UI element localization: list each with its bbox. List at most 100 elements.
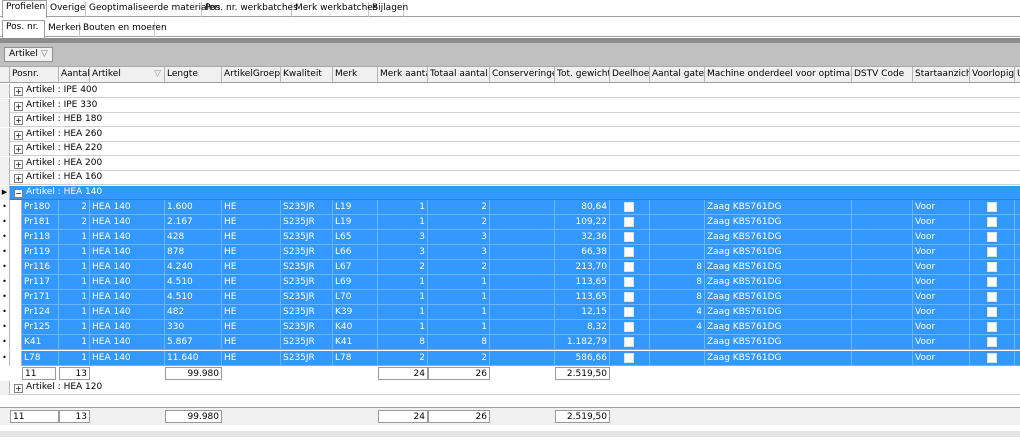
group-row[interactable]: + Artikel : HEA 120 bbox=[0, 380, 1020, 395]
cell-deelhoek[interactable] bbox=[610, 290, 650, 306]
checkbox[interactable] bbox=[624, 292, 634, 303]
table-row[interactable]: • Pr117 1 HEA 140 4.510 HE S235JR L69 1 1 113,65 8 Z… bbox=[0, 275, 1020, 291]
filter-icon[interactable]: ▽ bbox=[41, 49, 48, 59]
column-header-artikelgroep[interactable]: ArtikelGroep bbox=[222, 67, 281, 83]
cell-voorlopig[interactable] bbox=[970, 290, 1015, 306]
group-row[interactable]: + Artikel : HEA 260 bbox=[0, 127, 1020, 142]
group-row[interactable]: + Artikel : IPE 330 bbox=[0, 98, 1020, 113]
group-row[interactable]: + Artikel : HEA 220 bbox=[0, 142, 1020, 156]
cell-voorlopig[interactable] bbox=[970, 230, 1015, 246]
expand-icon[interactable]: + bbox=[14, 101, 23, 111]
checkbox[interactable] bbox=[624, 322, 634, 333]
group-row[interactable]: + Artikel : HEA 200 bbox=[0, 156, 1020, 171]
column-header-machine-onderdeel-voor-optimalisatie[interactable]: Machine onderdeel voor optimalisatie bbox=[705, 67, 852, 83]
tab-geoptimaliseerde-materialen[interactable]: Geoptimaliseerde materialen bbox=[86, 2, 220, 17]
column-header-dstv-code[interactable]: DSTV Code bbox=[852, 67, 913, 83]
checkbox[interactable] bbox=[624, 232, 634, 243]
cell-deelhoek[interactable] bbox=[610, 200, 650, 215]
table-row[interactable]: • Pr125 1 HEA 140 330 HE S235JR K40 1 1 8,32 4 Zaag … bbox=[0, 320, 1020, 336]
group-row[interactable]: + Artikel : IPE 400 bbox=[0, 84, 1020, 98]
checkbox[interactable] bbox=[987, 247, 997, 258]
cell-voorlopig[interactable] bbox=[970, 260, 1015, 276]
cell-voorlopig[interactable] bbox=[970, 335, 1015, 351]
column-header-aantal-gaten[interactable]: Aantal gaten bbox=[650, 67, 705, 83]
checkbox[interactable] bbox=[624, 247, 634, 258]
table-row[interactable]: • Pr124 1 HEA 140 482 HE S235JR K39 1 1 12,15 4 Zaag… bbox=[0, 305, 1020, 321]
column-header-startaanzicht[interactable]: Startaanzicht bbox=[913, 67, 970, 83]
checkbox[interactable] bbox=[987, 292, 997, 303]
expand-icon[interactable]: + bbox=[14, 116, 23, 125]
subtab-merken[interactable]: Merken bbox=[45, 22, 81, 37]
cell-voorlopig[interactable] bbox=[970, 350, 1015, 366]
checkbox[interactable] bbox=[987, 232, 997, 243]
column-header-posnr[interactable]: Posnr. bbox=[10, 67, 59, 83]
cell-deelhoek[interactable] bbox=[610, 350, 650, 366]
tab-merk-werkbatches[interactable]: Merk werkbatches bbox=[292, 2, 378, 17]
table-row[interactable]: • Pr171 1 HEA 140 4.510 HE S235JR L70 1 1 113,65 8 Z… bbox=[0, 290, 1020, 306]
checkbox[interactable] bbox=[624, 202, 634, 212]
cell-deelhoek[interactable] bbox=[610, 305, 650, 321]
cell-voorlopig[interactable] bbox=[970, 305, 1015, 321]
checkbox[interactable] bbox=[987, 307, 997, 318]
group-row[interactable]: ▶ − Artikel : HEA 140 bbox=[0, 185, 1020, 200]
checkbox[interactable] bbox=[987, 202, 997, 212]
expand-icon[interactable]: + bbox=[14, 130, 23, 140]
expand-icon[interactable]: + bbox=[14, 145, 23, 154]
checkbox[interactable] bbox=[987, 277, 997, 288]
group-row[interactable]: + Artikel : HEB 180 bbox=[0, 113, 1020, 127]
checkbox[interactable] bbox=[624, 337, 634, 348]
checkbox[interactable] bbox=[987, 217, 997, 228]
subtab-pos-nr[interactable]: Pos. nr. bbox=[2, 20, 45, 38]
collapse-icon[interactable]: − bbox=[14, 188, 23, 198]
column-header-merk[interactable]: Merk bbox=[333, 67, 378, 83]
expand-icon[interactable]: + bbox=[14, 383, 23, 393]
column-header-aantal[interactable]: Aantal bbox=[59, 67, 90, 83]
tab-overige[interactable]: Overige bbox=[47, 2, 86, 17]
column-header-tot-gewicht[interactable]: Tot. gewicht bbox=[555, 67, 610, 83]
table-row[interactable]: • Pr119 1 HEA 140 878 HE S235JR L66 3 3 66,38 Zaag … bbox=[0, 245, 1020, 261]
horizontal-scrollbar[interactable] bbox=[0, 431, 1020, 437]
tab-profielen[interactable]: Profielen bbox=[2, 0, 47, 18]
cell-deelhoek[interactable] bbox=[610, 320, 650, 336]
group-by-artikel-button[interactable]: Artikel ▽ bbox=[4, 47, 53, 62]
cell-deelhoek[interactable] bbox=[610, 260, 650, 276]
expand-icon[interactable]: + bbox=[14, 174, 23, 183]
cell-deelhoek[interactable] bbox=[610, 275, 650, 291]
cell-deelhoek[interactable] bbox=[610, 215, 650, 231]
expand-icon[interactable]: + bbox=[14, 159, 23, 169]
checkbox[interactable] bbox=[624, 307, 634, 318]
checkbox[interactable] bbox=[624, 352, 634, 363]
checkbox[interactable] bbox=[987, 322, 997, 333]
checkbox[interactable] bbox=[987, 262, 997, 273]
cell-voorlopig[interactable] bbox=[970, 275, 1015, 291]
cell-voorlopig[interactable] bbox=[970, 215, 1015, 231]
table-row[interactable]: • Pr180 2 HEA 140 1.600 HE S235JR L19 1 2 80,64 Zaa… bbox=[0, 200, 1020, 215]
table-row[interactable]: • Pr116 1 HEA 140 4.240 HE S235JR L67 2 2 213,70 8 Z… bbox=[0, 260, 1020, 276]
column-header-artikel[interactable]: Artikel ▽ bbox=[90, 67, 165, 83]
table-row[interactable]: • K41 1 HEA 140 5.867 HE S235JR K41 8 8 1.182,79 Za… bbox=[0, 335, 1020, 351]
column-header-conserveringen[interactable]: Conserveringen bbox=[490, 67, 555, 83]
column-header-merk-aantal[interactable]: Merk aantal bbox=[378, 67, 428, 83]
cell-deelhoek[interactable] bbox=[610, 335, 650, 351]
table-row[interactable]: • Pr181 2 HEA 140 2.167 HE S235JR L19 1 2 109,22 Za… bbox=[0, 215, 1020, 231]
column-header-voorlopig[interactable]: Voorlopig bbox=[970, 67, 1015, 83]
column-header-deelhoek[interactable]: Deelhoek bbox=[610, 67, 650, 83]
tab-pos-nr-werkbatches[interactable]: Pos. nr. werkbatches bbox=[202, 2, 298, 17]
column-header-totaal-aantal[interactable]: Totaal aantal bbox=[428, 67, 490, 83]
filter-icon[interactable]: ▽ bbox=[154, 67, 161, 82]
checkbox[interactable] bbox=[987, 337, 997, 348]
group-row[interactable]: + Artikel : HEA 160 bbox=[0, 171, 1020, 185]
table-row[interactable]: • L78 1 HEA 140 11.640 HE S235JR L78 2 2 586,66 Zaa… bbox=[0, 350, 1020, 366]
checkbox[interactable] bbox=[987, 352, 997, 363]
cell-voorlopig[interactable] bbox=[970, 320, 1015, 336]
cell-deelhoek[interactable] bbox=[610, 245, 650, 261]
cell-voorlopig[interactable] bbox=[970, 245, 1015, 261]
cell-deelhoek[interactable] bbox=[610, 230, 650, 246]
cell-voorlopig[interactable] bbox=[970, 200, 1015, 215]
checkbox[interactable] bbox=[624, 217, 634, 228]
expand-icon[interactable]: + bbox=[14, 87, 23, 96]
tab-bijlagen[interactable]: Bijlagen bbox=[369, 2, 408, 17]
column-header-u[interactable]: U bbox=[1015, 67, 1020, 83]
table-row[interactable]: • Pr118 1 HEA 140 428 HE S235JR L65 3 3 32,36 Zaag … bbox=[0, 230, 1020, 246]
column-header-kwaliteit[interactable]: Kwaliteit bbox=[281, 67, 333, 83]
